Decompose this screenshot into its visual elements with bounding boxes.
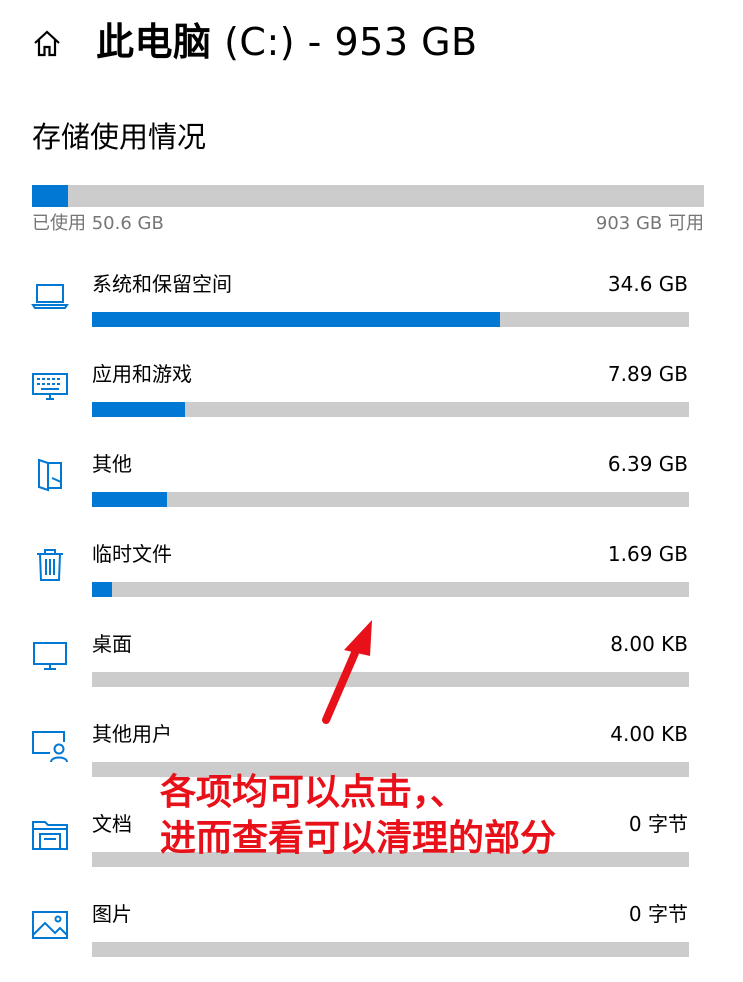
category-bar-fill [92,402,186,417]
category-name: 其他 [92,452,132,476]
total-usage-fill [32,185,68,207]
category-size: 8.00 KB [610,632,688,656]
category-system-reserved[interactable]: 系统和保留空间 34.6 GB [0,262,743,352]
page-title: 此电脑 (C:) - 953 GB [96,16,478,68]
annotation-line-2: 进而查看可以清理的部分 [160,818,557,859]
user-screen-icon [32,731,68,763]
category-bar-fill [92,492,168,507]
used-label: 已使用 50.6 GB [32,213,164,234]
category-bar [92,942,689,957]
keyboard-icon [32,373,68,400]
category-bar [92,492,689,507]
annotation-line-1: 各项均可以点击，、 [160,772,467,813]
folded-document-icon [38,458,62,492]
category-apps-games[interactable]: 应用和游戏 7.89 GB [0,352,743,442]
picture-icon [32,911,68,939]
folder-documents-icon [32,821,68,850]
total-usage-bar [32,185,704,207]
category-bar [92,582,689,597]
page-header: 此电脑 (C:) - 953 GB [0,0,743,90]
drive-label: (C:) - 953 GB [224,20,478,64]
category-size: 34.6 GB [607,272,688,296]
category-temp-files[interactable]: 临时文件 1.69 GB [0,532,743,622]
category-other[interactable]: 其他 6.39 GB [0,442,743,532]
category-size: 0 字节 [628,902,688,926]
category-size: 7.89 GB [607,362,688,386]
category-bar [92,312,689,327]
category-name: 文档 [92,812,132,836]
category-name: 临时文件 [92,542,172,566]
section-title: 存储使用情况 [32,120,207,154]
monitor-icon [33,642,67,670]
category-size: 0 字节 [628,812,688,836]
category-bar-fill [92,582,112,597]
category-size: 4.00 KB [610,722,688,746]
category-bar-fill [92,312,501,327]
category-name: 桌面 [92,632,132,656]
free-label: 903 GB 可用 [595,213,704,234]
laptop-icon [31,284,69,309]
category-name: 图片 [92,902,132,926]
category-bar [92,402,689,417]
category-name: 其他用户 [92,722,172,746]
drive-name: 此电脑 [96,20,212,64]
home-icon[interactable] [30,27,64,61]
annotation-arrow [322,620,372,724]
category-name: 系统和保留空间 [92,272,232,296]
trash-icon [37,549,63,581]
annotation-text: 各项均可以点击，、 进而查看可以清理的部分 [160,770,556,862]
category-size: 1.69 GB [607,542,688,566]
category-bar [92,672,689,687]
category-size: 6.39 GB [607,452,688,476]
category-name: 应用和游戏 [92,362,192,386]
